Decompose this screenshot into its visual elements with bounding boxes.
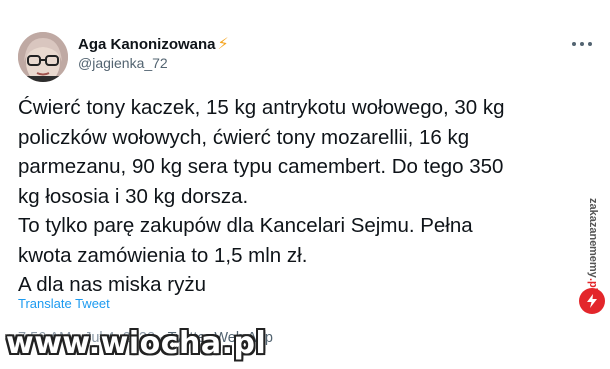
author-name[interactable]: Aga Kanonizowana ⚡: [78, 36, 229, 53]
tweet-line: To tylko parę zakupów dla Kancelari Sejm…: [18, 214, 473, 237]
more-horizontal-icon[interactable]: [572, 38, 592, 50]
author-handle[interactable]: @jagienka_72: [78, 55, 168, 71]
more-dot: [588, 42, 592, 46]
lightning-bolt-icon: ⚡: [217, 35, 229, 53]
tweet-line: Ćwierć tony kaczek, 15 kg antrykotu woło…: [18, 96, 505, 119]
watermark-wiocha: www.wiocha.pl: [6, 326, 267, 361]
logo-text: zakazane memy .pl: [580, 198, 604, 291]
tweet-line: kwota zamówienia to 1,5 mln zł.: [18, 243, 308, 267]
lightning-badge-icon: [579, 288, 605, 314]
more-dot: [580, 42, 584, 46]
avatar[interactable]: [18, 32, 68, 82]
logo-line-1: zakazane: [586, 198, 599, 247]
lightning-badge-glyph: [587, 294, 597, 308]
zakazane-memy-logo: zakazane memy .pl: [578, 198, 606, 322]
author-name-text: Aga Kanonizowana: [78, 36, 216, 53]
tweet-text: Ćwierć tony kaczek, 15 kg antrykotu woło…: [18, 93, 578, 300]
logo-line-2: memy: [586, 246, 599, 279]
tweet-card: Aga Kanonizowana ⚡ @jagienka_72 Ćwierć t…: [0, 0, 610, 369]
avatar-image: [18, 32, 68, 82]
tweet-line: kg łososia i 30 kg dorsza.: [18, 184, 249, 208]
tweet-line: policzków wołowych, ćwierć tony mozarell…: [18, 125, 470, 149]
more-dot: [572, 42, 576, 46]
translate-tweet-link[interactable]: Translate Tweet: [18, 296, 110, 311]
tweet-line: parmezanu, 90 kg sera typu camembert. Do…: [18, 155, 504, 178]
